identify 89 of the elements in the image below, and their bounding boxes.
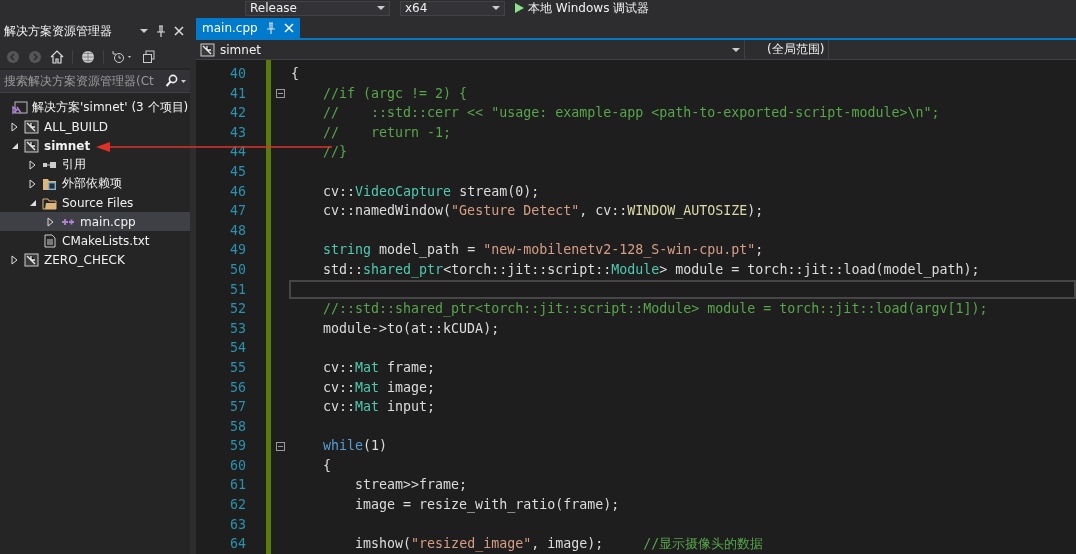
document-icon: [42, 233, 58, 248]
caret-icon: [732, 46, 740, 53]
collapsed-arrow-icon[interactable]: [46, 216, 56, 227]
code-line: //}: [322, 143, 349, 162]
pin-icon: [265, 22, 276, 34]
tree-item[interactable]: ZERO_CHECK: [0, 250, 190, 269]
tree-item[interactable]: 解决方案'simnet' (3 个项目): [0, 98, 190, 117]
project-icon: [24, 252, 40, 267]
code-line: module->to(at::kCUDA);: [322, 319, 501, 338]
collapsed-arrow-icon[interactable]: [28, 159, 38, 170]
collapsed-arrow-icon[interactable]: [10, 121, 20, 132]
line-number: 51: [229, 280, 247, 299]
folder-icon: [42, 176, 58, 191]
code-line: {: [322, 456, 333, 475]
line-number: 45: [229, 162, 247, 181]
code-line: cv::Mat image;: [322, 378, 437, 397]
history-icon[interactable]: [112, 50, 134, 64]
code-line: stream>>frame;: [354, 476, 469, 495]
play-icon: [515, 3, 524, 13]
line-number: 59: [229, 437, 247, 456]
code-line: cv::namedWindow("Gesture Detect", cv::WINDOW_AUTOSIZE);: [322, 202, 765, 221]
code-line: while(1): [322, 437, 389, 456]
caret-icon: [140, 28, 148, 34]
line-number: 54: [229, 339, 247, 358]
code-line: //::std::shared_ptr<torch::jit::script::Module> module = torch::jit::load(argv[1]);: [322, 300, 989, 319]
code-line: imshow("resized_image", image); //显示摄像头的数据: [354, 535, 765, 554]
line-number: 58: [229, 417, 247, 436]
code-line: // return -1;: [322, 123, 453, 142]
solution-icon: [12, 100, 28, 115]
code-line: string model_path = "new-mobilenetv2-128_S-win-cpu.pt";: [322, 241, 765, 260]
line-number: 40: [229, 65, 247, 83]
line-number: 52: [229, 300, 247, 319]
line-number: 50: [229, 260, 247, 279]
collapsed-arrow-icon[interactable]: [10, 254, 20, 265]
start-debugging-button[interactable]: 本地 Windows 调试器: [515, 1, 650, 15]
line-number: 61: [229, 476, 247, 495]
tree-item[interactable]: simnet: [0, 136, 190, 155]
folder-icon: [42, 195, 58, 210]
collapsed-arrow-icon[interactable]: [28, 178, 38, 189]
tree-item[interactable]: main.cpp: [0, 212, 190, 231]
editor-tab[interactable]: main.cpp: [196, 18, 300, 38]
line-number: 60: [229, 456, 247, 475]
collapse-icon[interactable]: [275, 441, 285, 451]
line-number: 62: [229, 496, 247, 515]
line-number: 63: [229, 515, 247, 534]
line-number: 53: [229, 319, 247, 338]
close-icon: [174, 26, 184, 36]
search-icon: [165, 74, 187, 88]
line-number: 43: [229, 123, 247, 142]
code-line: cv::VideoCapture stream(0);: [322, 182, 541, 201]
line-number: 55: [229, 358, 247, 377]
line-number: 57: [229, 398, 247, 417]
project-icon: [24, 119, 40, 134]
code-line: cv::Mat frame;: [322, 358, 437, 377]
tree-item[interactable]: 引用: [0, 155, 190, 174]
scope-dropdown[interactable]: (全局范围): [745, 40, 830, 59]
code-line: {: [290, 65, 300, 83]
code-line: cv::Mat input;: [322, 398, 437, 417]
line-number: 48: [229, 221, 247, 240]
line-number: 46: [229, 182, 247, 201]
caret-icon: [377, 5, 385, 11]
tree-item[interactable]: Source Files: [0, 193, 190, 212]
platform-dropdown[interactable]: x64: [400, 0, 505, 16]
globe-icon[interactable]: [81, 50, 95, 64]
home-icon[interactable]: [50, 50, 64, 64]
code-line: image = resize_with_ratio(frame);: [354, 496, 621, 515]
line-number: 41: [229, 84, 247, 103]
windows-icon[interactable]: [142, 50, 156, 64]
line-number: 64: [229, 535, 247, 554]
code-line: //if (argc != 2) {: [322, 84, 469, 103]
line-number: 42: [229, 104, 247, 123]
line-number: 56: [229, 378, 247, 397]
panel-title: 解决方案资源管理器: [4, 22, 113, 40]
close-icon: [283, 23, 294, 33]
collapse-icon[interactable]: [275, 88, 285, 98]
pin-icon: [156, 25, 166, 37]
code-line: // ::std::cerr << "usage: example-app <path-to-exported-script-module>\n";: [322, 104, 941, 123]
configuration-dropdown[interactable]: Release: [245, 0, 390, 16]
line-number: 44: [229, 143, 247, 162]
tree-item[interactable]: CMakeLists.txt: [0, 231, 190, 250]
tree-item[interactable]: 外部依赖项: [0, 174, 190, 193]
project-dropdown[interactable]: simnet: [196, 40, 745, 59]
line-number: 47: [229, 202, 247, 221]
project-icon: [24, 138, 40, 153]
code-line: std::shared_ptr<torch::jit::script::Module> module = torch::jit::load(model_path);: [322, 260, 981, 280]
search-field[interactable]: 搜索解决方案资源管理器(Ct: [0, 70, 190, 93]
line-number: 49: [229, 241, 247, 260]
caret-icon: [492, 5, 500, 11]
tree-item[interactable]: ALL_BUILD: [0, 117, 190, 136]
